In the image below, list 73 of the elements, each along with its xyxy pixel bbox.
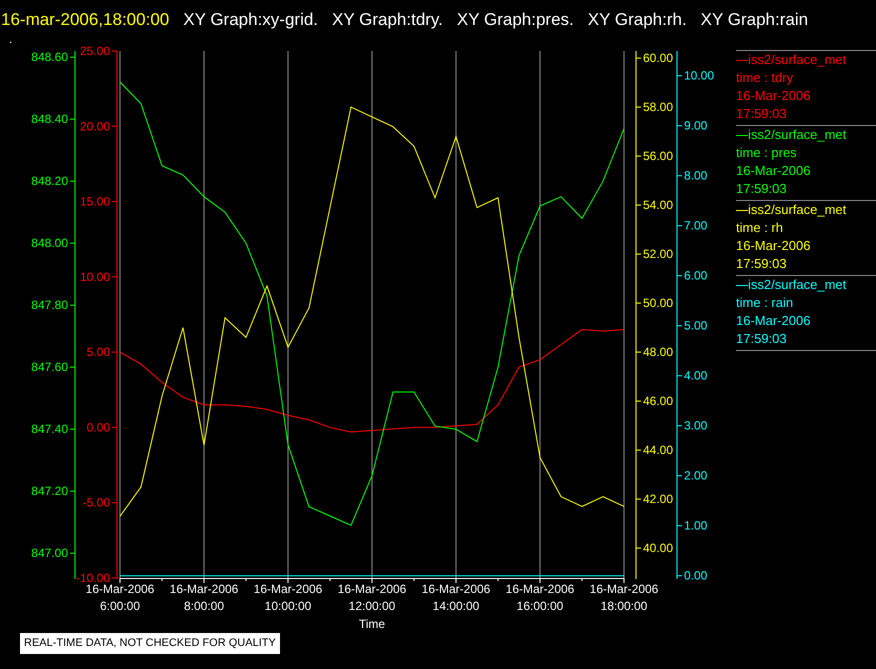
graph-title: XY Graph:xy-grid.: [183, 9, 318, 32]
axis-label: 58.00: [643, 100, 674, 114]
axis-label: 9.00: [684, 118, 708, 133]
legend-label: time : tdry: [736, 69, 794, 87]
legend-date: 16-Mar-2006: [736, 237, 812, 255]
axis-label: 16-Mar-2006 8:00:00: [170, 582, 238, 613]
legend-source: iss2/surface_met: [748, 201, 846, 219]
axis-label: 16-Mar-2006 12:00:00: [338, 582, 406, 613]
legend-time: 17:59:03: [736, 180, 788, 198]
corner-mark: .: [9, 32, 12, 46]
axis-label: 0.00: [86, 420, 110, 434]
axis-label: 5.00: [86, 345, 110, 360]
axis-label: 3.00: [684, 418, 708, 433]
axis-label: 847.80: [31, 298, 68, 312]
line-sample-icon: [736, 284, 748, 286]
axis-label: -10.00: [76, 571, 110, 585]
axis-title: Time: [358, 617, 386, 630]
axis-label: 0.00: [684, 568, 708, 583]
axis-label: 52.00: [643, 247, 674, 262]
axis-label: 848.40: [31, 112, 68, 126]
axis-label: 16-Mar-2006 18:00:00: [590, 582, 658, 613]
axis-label: 10.00: [684, 68, 714, 83]
axis-label: 2.00: [684, 468, 708, 483]
axis-label: 16-Mar-2006 6:00:00: [86, 582, 154, 613]
axis-label: 847.60: [31, 360, 68, 374]
axis-label: 16-Mar-2006 14:00:00: [422, 582, 490, 613]
axis-label: 8.00: [684, 168, 708, 183]
graph-title: XY Graph:rh.: [588, 9, 687, 32]
axis-label: 15.00: [80, 194, 110, 209]
legend-time: 17:59:03: [736, 105, 788, 123]
axis-label: 20.00: [80, 119, 110, 134]
legend-time: 17:59:03: [736, 330, 788, 348]
legend-source: iss2/surface_met: [748, 126, 846, 144]
axis-label: 46.00: [643, 394, 674, 408]
axis-label: 4.00: [684, 368, 708, 383]
axis-label: 7.00: [684, 218, 708, 233]
legend-source: iss2/surface_met: [748, 51, 846, 69]
axis-label: 42.00: [643, 492, 674, 506]
axis-label: 6.00: [684, 268, 708, 283]
axis-label: 25.00: [80, 44, 110, 58]
axis-label: 48.00: [643, 345, 674, 360]
legend-label: time : pres: [736, 144, 798, 162]
axis-label: 848.20: [31, 174, 68, 188]
axis-label: 5.00: [684, 318, 708, 333]
line-sample-icon: [736, 134, 748, 136]
legend-date: 16-Mar-2006: [736, 87, 812, 105]
axis-label: 40.00: [643, 541, 674, 556]
legend-date: 16-Mar-2006: [736, 312, 812, 330]
axis-label: 16-Mar-2006 16:00:00: [506, 582, 574, 613]
axis-label: 10.00: [80, 270, 110, 284]
legend-label: time : rh: [736, 219, 784, 237]
axis-label: 848.00: [31, 236, 68, 250]
axis-label: -5.00: [82, 496, 110, 510]
axis-label: 54.00: [643, 198, 674, 212]
graph-title: XY Graph:tdry.: [332, 9, 443, 32]
axis-label: 44.00: [643, 443, 674, 458]
axis-label: 847.20: [31, 484, 68, 498]
axis-label: 56.00: [643, 149, 674, 164]
legend-time: 17:59:03: [736, 255, 788, 273]
axis-label: 60.00: [643, 51, 674, 66]
axis-label: 848.60: [31, 50, 68, 64]
graph-title: XY Graph:rain: [700, 9, 808, 32]
axis-label: 50.00: [643, 296, 674, 310]
axis-label: 847.00: [31, 546, 68, 560]
legend-source: iss2/surface_met: [748, 276, 846, 294]
axis-label: 1.00: [684, 518, 708, 533]
axis-label: 16-Mar-2006 10:00:00: [254, 582, 322, 613]
graph-title: XY Graph:pres.: [456, 9, 574, 32]
quality-notice: REAL-TIME DATA, NOT CHECKED FOR QUALITY: [20, 633, 280, 654]
legend-date: 16-Mar-2006: [736, 162, 812, 180]
timestamp: 16-mar-2006,18:00:00: [1, 9, 170, 32]
legend-label: time : rain: [736, 294, 794, 312]
axis-label: 847.40: [31, 422, 68, 436]
